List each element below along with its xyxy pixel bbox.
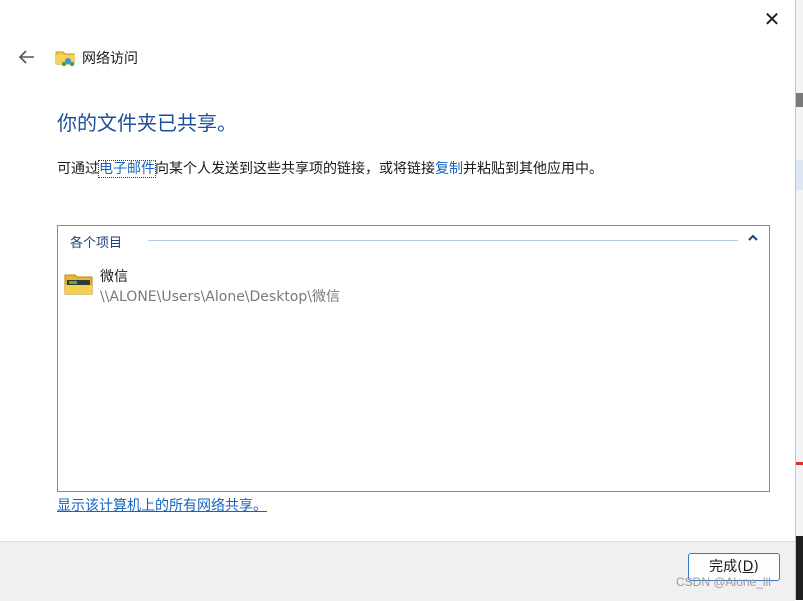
copy-link[interactable]: 复制 <box>435 161 463 177</box>
folder-icon <box>64 274 93 295</box>
dialog-title: 网络访问 <box>82 51 138 67</box>
item-path: \\ALONE\Users\Alone\Desktop\微信 <box>100 289 340 305</box>
back-button[interactable] <box>12 44 42 70</box>
background-mark <box>795 93 803 107</box>
instructions-suffix: 并粘贴到其他应用中。 <box>463 161 603 177</box>
instructions-text: 可通过电子邮件向某个人发送到这些共享项的链接，或将链接复制并粘贴到其他应用中。 <box>57 158 603 178</box>
finish-label: 完成( <box>709 559 743 575</box>
dialog-footer: 完成(D) <box>0 541 795 601</box>
background-window-strip <box>795 0 803 600</box>
page-heading: 你的文件夹已共享。 <box>57 111 237 135</box>
instructions-prefix: 可通过 <box>57 161 99 177</box>
list-item[interactable]: 微信 \\ALONE\Users\Alone\Desktop\微信 <box>64 264 754 308</box>
network-access-dialog: ✕ 网络访问 你的文件夹已共享。 可通过电子邮件向某个人发送到这些共享项的链接，… <box>0 0 796 601</box>
network-folder-icon <box>55 51 75 67</box>
close-icon: ✕ <box>763 7 781 31</box>
background-highlight <box>795 160 803 190</box>
watermark: CSDN @Alone_lll <box>676 575 771 589</box>
email-link[interactable]: 电子邮件 <box>98 160 156 178</box>
background-red-line <box>795 462 803 465</box>
close-button[interactable]: ✕ <box>758 6 786 32</box>
show-all-shares-link[interactable]: 显示该计算机上的所有网络共享。 <box>57 495 267 515</box>
instructions-middle: 向某个人发送到这些共享项的链接，或将链接 <box>155 161 435 177</box>
back-arrow-icon <box>18 50 34 64</box>
finish-label-end: ) <box>753 559 759 575</box>
item-name: 微信 <box>100 269 128 285</box>
group-divider <box>148 240 738 241</box>
shared-items-list: 各个项目 微信 \\ALONE\Users\Alone\Desktop\微信 <box>57 225 770 492</box>
chevron-up-icon[interactable] <box>746 231 760 245</box>
finish-access-key: D <box>742 559 754 575</box>
group-header: 各个项目 <box>70 236 123 251</box>
